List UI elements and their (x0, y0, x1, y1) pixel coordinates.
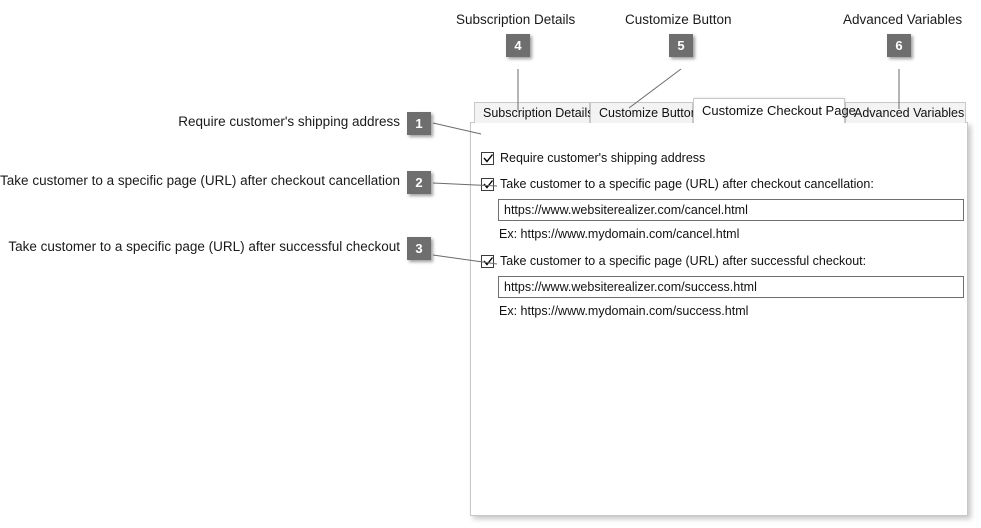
tab-customize-checkout-page[interactable]: Customize Checkout Page (693, 98, 856, 123)
checkout-page-form: Require customer's shipping address Take… (471, 123, 967, 515)
screenshot-stage: Require customer's shipping address Take… (0, 0, 981, 528)
annotation-label-1: Require customer's shipping address (178, 114, 400, 129)
checkbox-require-shipping-address[interactable] (481, 151, 494, 165)
option-label: Take customer to a specific page (URL) a… (500, 177, 874, 191)
option-row-success-url[interactable]: Take customer to a specific page (URL) a… (481, 254, 866, 268)
annotation-badge-1: 1 (407, 112, 431, 135)
checkbox-cancel-url[interactable] (481, 177, 494, 191)
checkbox-success-url[interactable] (481, 254, 494, 268)
checkmark-icon (483, 179, 494, 189)
option-label: Require customer's shipping address (500, 151, 706, 165)
annotation-badge-3: 3 (407, 237, 431, 260)
annotation-badge-6: 6 (887, 34, 911, 57)
annotation-badge-4: 4 (506, 34, 530, 57)
tab-label: Advanced Variables (854, 106, 965, 120)
tab-subscription-details[interactable]: Subscription Details (474, 102, 594, 123)
tab-strip: Subscription Details Customize Button Cu… (470, 98, 970, 123)
checkmark-icon (483, 256, 494, 266)
annotation-label-2: Take customer to a specific page (URL) a… (0, 173, 400, 188)
input-cancel-url[interactable]: https://www.websiterealizer.com/cancel.h… (498, 199, 964, 221)
option-label: Take customer to a specific page (URL) a… (500, 254, 867, 268)
annotation-label-5: Customize Button (625, 12, 732, 27)
tab-label: Subscription Details (483, 106, 594, 120)
annotation-label-6: Advanced Variables (843, 12, 963, 27)
input-success-url[interactable]: https://www.websiterealizer.com/success.… (498, 276, 964, 298)
tab-customize-button[interactable]: Customize Button (590, 102, 698, 123)
hint-success-url: Ex: https://www.mydomain.com/success.htm… (499, 304, 749, 318)
annotation-badge-5: 5 (669, 34, 693, 57)
option-row-require-shipping-address[interactable]: Require customer's shipping address (481, 151, 705, 165)
tab-advanced-variables[interactable]: Advanced Variables (845, 102, 966, 123)
tab-label: Customize Checkout Page (702, 103, 856, 118)
checkout-settings-panel: Subscription Details Customize Button Cu… (470, 98, 970, 518)
checkmark-icon (483, 153, 494, 163)
annotation-badge-2: 2 (407, 171, 431, 194)
hint-cancel-url: Ex: https://www.mydomain.com/cancel.html (499, 227, 740, 241)
tab-label: Customize Button (599, 106, 698, 120)
annotation-label-3: Take customer to a specific page (URL) a… (8, 239, 400, 254)
option-row-cancel-url[interactable]: Take customer to a specific page (URL) a… (481, 177, 874, 191)
annotation-label-4: Subscription Details (456, 12, 576, 27)
